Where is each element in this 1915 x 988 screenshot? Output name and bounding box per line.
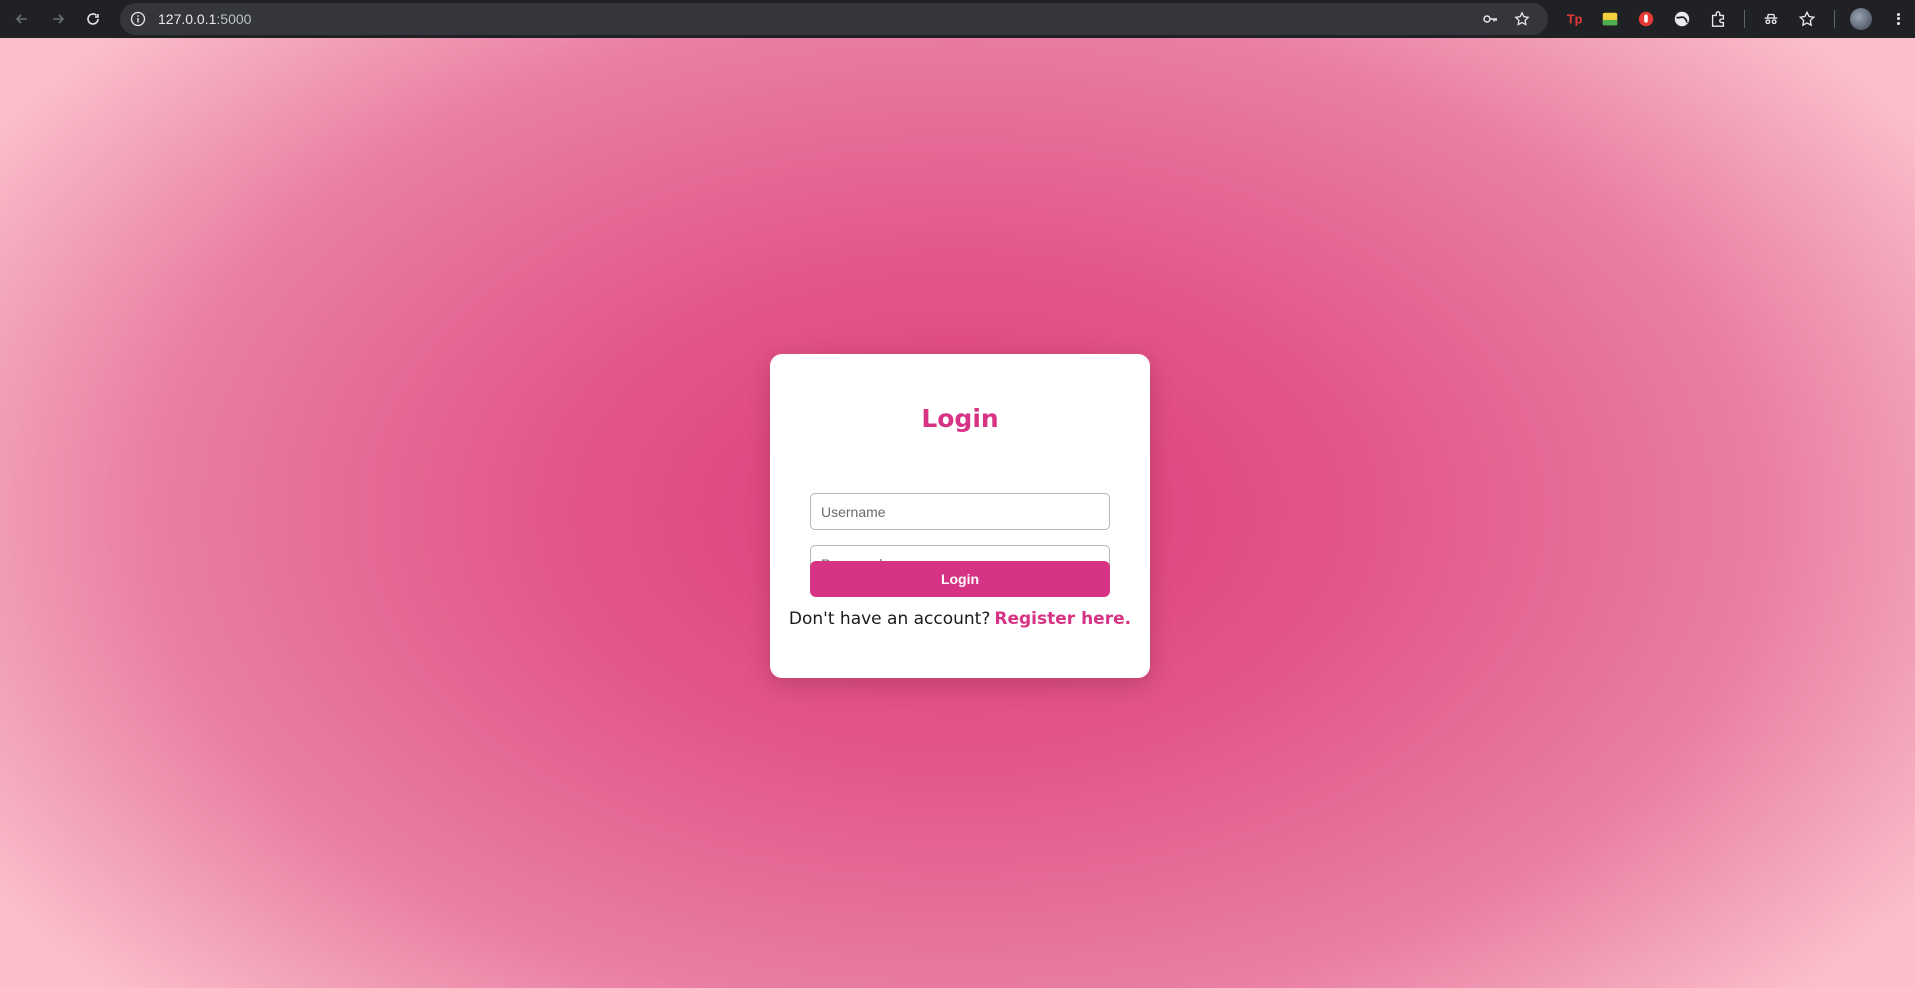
toolbar-separator [1834,10,1835,28]
url-text[interactable]: 127.0.0.1:5000 [158,3,251,35]
extensions-puzzle-icon[interactable] [1708,9,1728,29]
reload-button[interactable] [83,9,103,29]
login-title: Login [921,404,999,433]
site-info-icon[interactable] [130,11,146,27]
login-card: Login Login Don't have an account?Regist… [770,354,1150,678]
password-key-icon[interactable] [1482,11,1498,27]
address-bar[interactable]: 127.0.0.1:5000 [120,3,1548,35]
register-link[interactable]: Register here. [994,609,1131,629]
bookmarks-star-icon[interactable] [1797,9,1817,29]
forward-button[interactable] [48,9,68,29]
url-port: :5000 [216,11,252,27]
register-prompt-line: Don't have an account? Register here. [770,609,1150,629]
bookmark-star-icon[interactable] [1514,11,1530,27]
extension-stop-hand-icon[interactable] [1636,9,1656,29]
browser-toolbar: 127.0.0.1:5000 Tp [0,0,1915,38]
profile-avatar[interactable] [1850,8,1872,30]
login-page: Login Login Don't have an account?Regist… [0,38,1915,988]
toolbar-separator [1744,10,1745,28]
back-arrow-icon [15,14,27,24]
register-prompt-text: Don't have an account? [788,609,991,629]
login-button[interactable]: Login [810,561,1110,597]
forward-arrow-icon [53,14,65,24]
reload-icon [87,13,99,25]
browser-menu-icon[interactable] [1892,9,1904,29]
username-field[interactable] [810,493,1110,530]
extension-tp-icon[interactable]: Tp [1565,9,1585,29]
incognito-icon[interactable] [1761,9,1781,29]
extension-globe-icon[interactable] [1672,9,1692,29]
back-button[interactable] [12,9,32,29]
url-host: 127.0.0.1 [158,11,217,27]
extension-yellow-icon[interactable] [1600,9,1620,29]
svg-text:Tp: Tp [1567,13,1583,27]
username-input[interactable] [821,494,1081,529]
